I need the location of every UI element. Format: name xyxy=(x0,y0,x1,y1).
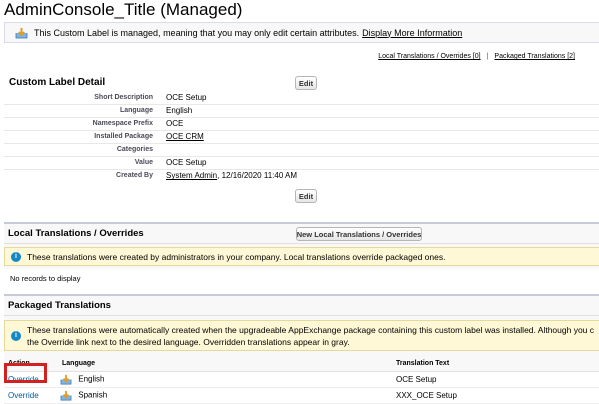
action-cell: Override xyxy=(4,387,56,404)
created-by-user-link[interactable]: System Admin xyxy=(166,171,217,180)
managed-notice: This Custom Label is managed, meaning th… xyxy=(4,22,599,43)
info-text: These translations were automatically cr… xyxy=(27,324,594,348)
package-icon xyxy=(60,374,72,385)
field-value: OCE Setup xyxy=(166,91,599,105)
local-translations-section: Local Translations / Overrides New Local… xyxy=(4,222,599,287)
field-label: Categories xyxy=(4,143,166,157)
table-row: Override Spanish XXX_OCE Setup xyxy=(4,387,599,404)
language-cell: Spanish xyxy=(56,387,396,404)
info-text-line-2: the Override link next to the desired la… xyxy=(27,336,350,347)
translation-cell: OCE Setup xyxy=(396,371,599,388)
packaged-translations-section: Packaged Translations i These translatio… xyxy=(4,294,599,404)
field-label: Short Description xyxy=(4,91,166,105)
local-translations-header: Local Translations / Overrides New Local… xyxy=(4,224,599,244)
detail-row: Namespace Prefix OCE xyxy=(4,117,599,131)
detail-section-title: Custom Label Detail xyxy=(9,77,106,88)
section-title: Local Translations / Overrides xyxy=(8,228,144,239)
page-title: AdminConsole_Title (Managed) xyxy=(4,0,243,19)
created-by-date: , 12/16/2020 11:40 AM xyxy=(217,171,298,181)
detail-row: Value OCE Setup xyxy=(4,156,599,170)
column-header-translation: Translation Text xyxy=(396,357,599,372)
local-info-message: i These translations were created by adm… xyxy=(4,247,599,266)
package-icon xyxy=(60,390,72,401)
field-value: System Admin, 12/16/2020 11:40 AM xyxy=(166,169,599,182)
package-icon xyxy=(15,27,28,39)
edit-button-top[interactable]: Edit xyxy=(295,76,317,90)
display-more-info-link[interactable]: Display More Information xyxy=(362,28,462,38)
new-local-translation-button[interactable]: New Local Translations / Overrides xyxy=(296,227,422,241)
installed-package-link[interactable]: OCE CRM xyxy=(166,132,204,141)
info-icon: i xyxy=(11,251,21,262)
language-text: English xyxy=(78,374,105,384)
field-label: Installed Package xyxy=(4,130,166,144)
column-header-language: Language xyxy=(56,357,396,372)
info-text-line-1: These translations were automatically cr… xyxy=(27,324,595,335)
link-separator: | xyxy=(486,53,489,60)
field-value: OCE Setup xyxy=(166,156,599,170)
field-label: Language xyxy=(4,104,166,118)
field-value xyxy=(166,143,599,157)
edit-button-bottom[interactable]: Edit xyxy=(295,189,317,203)
override-link[interactable]: Override xyxy=(8,391,39,400)
local-translations-link[interactable]: Local Translations / Overrides [0] xyxy=(378,53,480,60)
detail-row: Language English xyxy=(4,104,599,118)
packaged-translations-link[interactable]: Packaged Translations [2] xyxy=(494,53,575,60)
detail-table: Short Description OCE Setup Language Eng… xyxy=(4,91,599,182)
related-list-links: Local Translations / Overrides [0] | Packa… xyxy=(378,53,575,60)
empty-list-message: No records to display xyxy=(4,269,599,287)
info-text: These translations were created by admin… xyxy=(27,251,446,262)
info-icon: i xyxy=(11,330,21,341)
translation-cell: XXX_OCE Setup xyxy=(396,387,599,404)
detail-row: Created By System Admin, 12/16/2020 11:4… xyxy=(4,169,599,182)
field-value: English xyxy=(166,104,599,118)
packaged-translations-table: Action Language Translation Text Overrid… xyxy=(4,357,599,404)
field-label: Created By xyxy=(116,172,153,180)
field-label: Value xyxy=(4,156,166,170)
field-label: Namespace Prefix xyxy=(4,117,166,131)
detail-row: Categories xyxy=(4,143,599,157)
table-row: Override English OCE Setup xyxy=(4,371,599,388)
managed-notice-text: This Custom Label is managed, meaning th… xyxy=(34,27,360,38)
language-text: Spanish xyxy=(78,390,108,400)
packaged-info-message: i These translations were automatically … xyxy=(4,320,599,351)
detail-row: Short Description OCE Setup xyxy=(4,91,599,105)
language-cell: English xyxy=(56,371,396,388)
detail-row: Installed Package OCE CRM xyxy=(4,130,599,144)
highlight-annotation-box xyxy=(4,363,47,383)
field-value: OCE CRM xyxy=(166,130,599,144)
packaged-translations-header: Packaged Translations xyxy=(4,296,599,316)
table-header-row: Action Language Translation Text xyxy=(4,357,599,372)
field-value: OCE xyxy=(166,117,599,131)
